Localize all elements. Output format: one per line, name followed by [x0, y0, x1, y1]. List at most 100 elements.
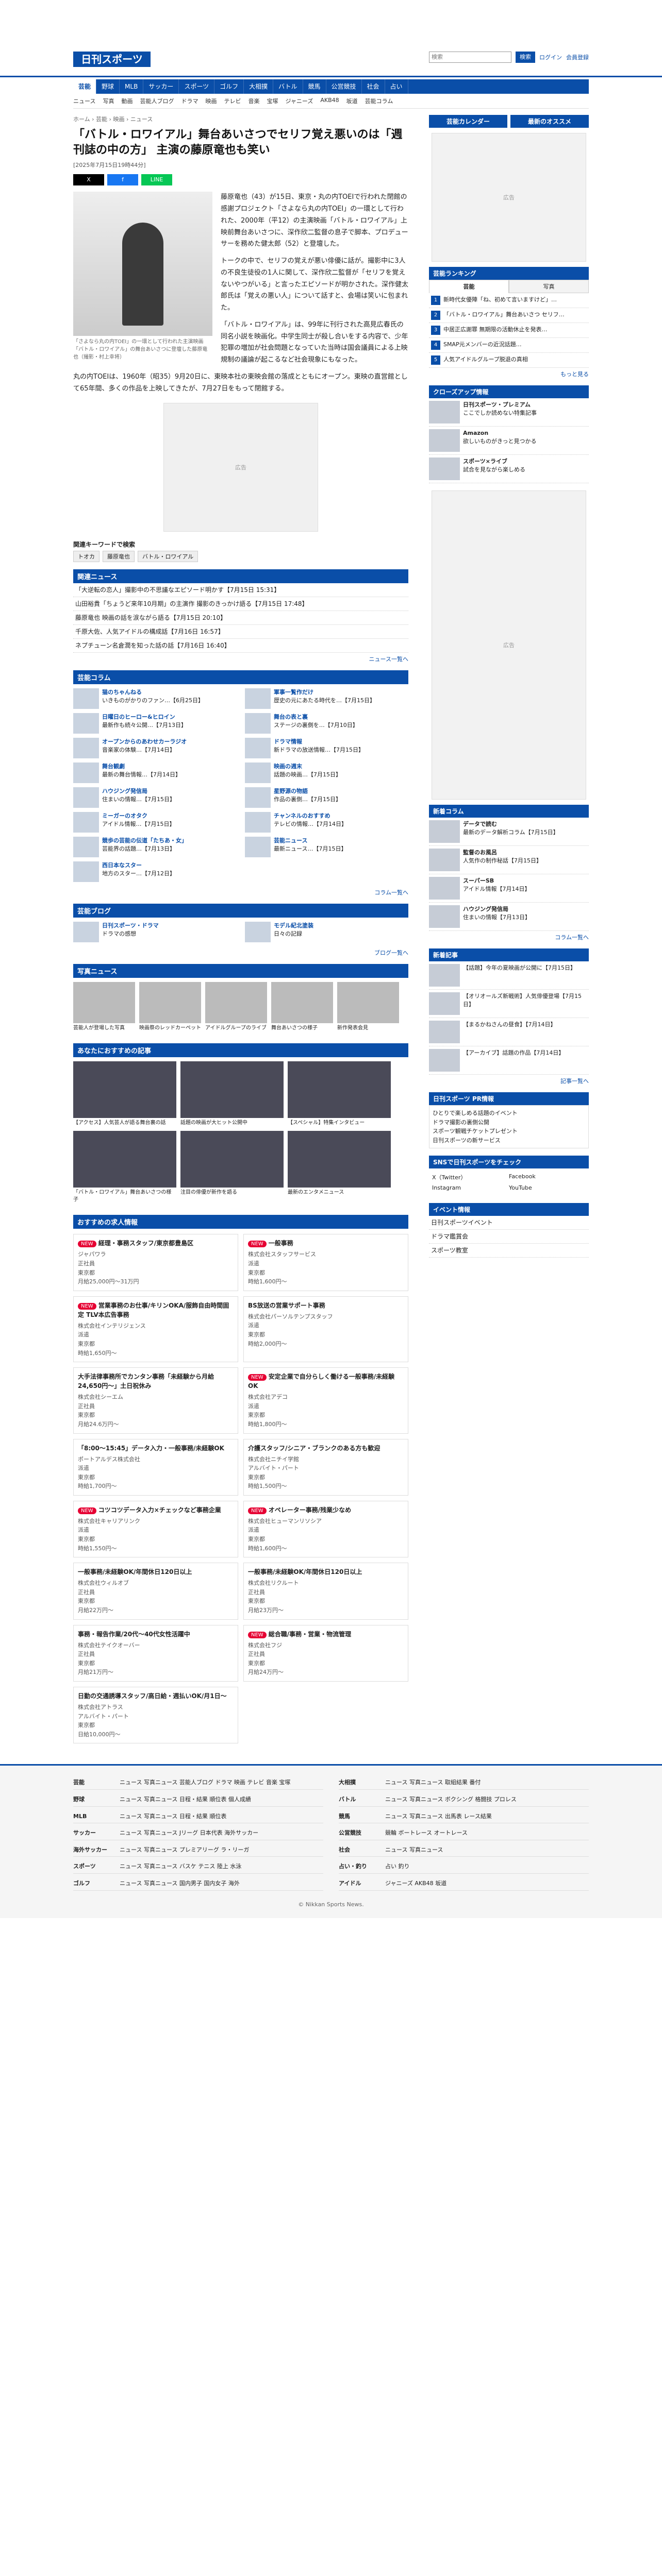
- blog-item[interactable]: 日刊スポーツ・ドラマ ドラマの感想: [73, 922, 237, 943]
- gnav-item[interactable]: 大相撲: [244, 79, 274, 94]
- gnav-item[interactable]: 社会: [362, 79, 385, 94]
- footer-category[interactable]: アイドル: [339, 1879, 385, 1888]
- search-input[interactable]: [429, 52, 511, 63]
- keyword-tag[interactable]: トオカ: [73, 551, 100, 563]
- recommended-card[interactable]: 【アクセス】人気芸人が語る舞台裏の話: [73, 1061, 176, 1127]
- new-column-item[interactable]: データで読む 最新のデータ解析コラム【7月15日】: [429, 818, 589, 846]
- event-item[interactable]: ドラマ鑑賞会: [429, 1230, 589, 1244]
- closeup-item[interactable]: スポーツ×ライブ 試合を見ながら楽しめる: [429, 455, 589, 483]
- photo-card[interactable]: 新作発表会見: [337, 982, 399, 1032]
- sns-x-link[interactable]: X（Twitter）: [432, 1172, 509, 1183]
- share-facebook-button[interactable]: f: [107, 174, 138, 186]
- column-item[interactable]: 軍事一覧作だけ 歴史の元にあたる時代を…【7月15日】: [245, 688, 408, 709]
- footer-category[interactable]: 公営競技: [339, 1828, 385, 1838]
- job-card[interactable]: NEW コツコツデータ入力×チェックなど事務企業 株式会社キャリアリンク 派遣 東京都時…: [73, 1500, 238, 1558]
- article-photo[interactable]: 「さよなら丸の内TOEI」の一環として行われた主演映画「バトル・ロワイアル」の舞…: [73, 192, 212, 361]
- tab-ranking-entertainment[interactable]: 芸能: [429, 280, 509, 293]
- footer-category[interactable]: 大相撲: [339, 1778, 385, 1787]
- subnav-item[interactable]: ジャニーズ: [285, 97, 313, 105]
- column-item[interactable]: ミーガーのオタク アイドル情報…【7月15日】: [73, 812, 237, 833]
- pr-item[interactable]: スポーツ観戦チケットプレゼント: [433, 1127, 585, 1136]
- column-item[interactable]: 西日本なスター 地方のスター…【7月12日】: [73, 861, 237, 883]
- ranking-item[interactable]: 5 人気アイドルグループ脱退の真相: [429, 353, 589, 368]
- ranking-item[interactable]: 2 「バトル・ロワイアル」舞台あいさつ セリフ…: [429, 308, 589, 323]
- subnav-item[interactable]: 写真: [103, 97, 114, 105]
- event-item[interactable]: 日刊スポーツイベント: [429, 1216, 589, 1230]
- search-button[interactable]: 検索: [516, 52, 535, 63]
- footer-links[interactable]: ニュース 写真ニュース Jリーグ 日本代表 海外サッカー: [120, 1828, 258, 1838]
- recommended-card[interactable]: 注目の俳優が新作を語る: [180, 1131, 284, 1204]
- footer-links[interactable]: ニュース 写真ニュース 出馬表 レース結果: [385, 1812, 492, 1821]
- photo-card[interactable]: 舞台あいさつの様子: [271, 982, 333, 1032]
- column-item[interactable]: チャンネルのおすすめ テレビの情報…【7月14日】: [245, 812, 408, 833]
- tab-ranking-photo[interactable]: 写真: [509, 280, 589, 293]
- job-card[interactable]: 大手法律事務所でカンタン事務「未経験から月給24,650円〜」土日祝休み 株式会社…: [73, 1367, 238, 1434]
- footer-category[interactable]: 社会: [339, 1845, 385, 1855]
- job-card[interactable]: NEW 営業事務のお仕事/キリンOKA/服飾自由時間固定 TLV本広告事務 株式会社…: [73, 1296, 238, 1363]
- footer-links[interactable]: 競輪 ボートレース オートレース: [385, 1828, 468, 1838]
- gnav-item[interactable]: バトル: [273, 79, 303, 94]
- column-item[interactable]: 映画の週末 話題の映画…【7月15日】: [245, 762, 408, 784]
- column-item[interactable]: ハウジング発信局 住まいの情報…【7月15日】: [73, 787, 237, 808]
- footer-category[interactable]: 海外サッカー: [73, 1845, 120, 1855]
- closeup-item[interactable]: Amazon 欲しいものがきっと見つかる: [429, 427, 589, 455]
- job-card[interactable]: 「8:00〜15:45」データ入力・一般事務/未経験OK ポートアルデス株式会社派…: [73, 1438, 238, 1496]
- site-logo[interactable]: 日刊スポーツ: [73, 52, 151, 67]
- new-column-item[interactable]: ハウジング発信局 住まいの情報【7月13日】: [429, 903, 589, 931]
- job-card[interactable]: NEW 経理・事務スタッフ/東京都豊島区 ジャパワラ 正社員 東京都 月給25,000円〜…: [73, 1234, 238, 1291]
- latest-item[interactable]: 【話題】今年の夏映画が公開に【7月15日】: [429, 961, 589, 990]
- side-ad[interactable]: 広告: [432, 133, 586, 262]
- subnav-item[interactable]: 芸能コラム: [365, 97, 393, 105]
- column-item[interactable]: 芸能ニュース 最新ニュース…【7月15日】: [245, 837, 408, 858]
- ranking-item[interactable]: 3 中居正広謝罪 無期限の活動休止を発表…: [429, 323, 589, 338]
- footer-links[interactable]: ニュース 写真ニュース: [385, 1845, 443, 1855]
- footer-category[interactable]: サッカー: [73, 1828, 120, 1838]
- footer-links[interactable]: ニュース 写真ニュース ボクシング 格闘技 プロレス: [385, 1795, 517, 1804]
- job-card[interactable]: NEW 一般事務 株式会社スタッフサービス 派遣 東京都 時給1,600円〜: [243, 1234, 408, 1291]
- footer-category[interactable]: ゴルフ: [73, 1879, 120, 1888]
- ranking-more[interactable]: もっと見る: [429, 370, 589, 378]
- job-card[interactable]: NEW オペレーター事務/残業少なめ 株式会社ヒューマンリソシア 派遣 東京都 時給1,6…: [243, 1500, 408, 1558]
- closeup-item[interactable]: 日刊スポーツ・プレミアム ここでしか読めない特集記事: [429, 398, 589, 427]
- job-card[interactable]: 日勤の交通誘導スタッフ/高日給・週払いOK/月1日〜 株式会社アトラス アルバイト・…: [73, 1687, 238, 1744]
- footer-category[interactable]: 競馬: [339, 1812, 385, 1821]
- footer-links[interactable]: ニュース 写真ニュース 国内男子 国内女子 海外: [120, 1879, 240, 1888]
- new-column-item[interactable]: 監督のお風呂 人気作の制作秘話【7月15日】: [429, 846, 589, 874]
- footer-category[interactable]: バトル: [339, 1795, 385, 1804]
- latest-item[interactable]: 【アーカイブ】話題の作品【7月14日】: [429, 1046, 589, 1075]
- job-card[interactable]: BS放送の営業サポート事務 株式会社パーソルテンプスタッフ 派遣 東京都 時給2,000…: [243, 1296, 408, 1363]
- sns-youtube-link[interactable]: YouTube: [509, 1183, 586, 1193]
- register-link[interactable]: 会員登録: [566, 53, 589, 61]
- footer-category[interactable]: スポーツ: [73, 1862, 120, 1871]
- blogs-more-link[interactable]: ブログ一覧へ: [73, 948, 408, 957]
- column-item[interactable]: ドラマ情報 新ドラマの放送情報…【7月15日】: [245, 738, 408, 759]
- share-line-button[interactable]: LINE: [141, 174, 172, 186]
- column-item[interactable]: 舞台観劇 最新の舞台情報…【7月14日】: [73, 762, 237, 784]
- sns-instagram-link[interactable]: Instagram: [432, 1183, 509, 1193]
- subnav-item[interactable]: テレビ: [224, 97, 241, 105]
- pr-item[interactable]: 日刊スポーツの新サービス: [433, 1136, 585, 1145]
- news-item[interactable]: 藤原竜也 映画の話を涙ながら語る【7月15日 20:10】: [73, 611, 408, 625]
- news-more-link[interactable]: ニュース一覧へ: [73, 655, 408, 663]
- gnav-item[interactable]: 占い: [385, 79, 408, 94]
- footer-links[interactable]: ニュース 写真ニュース プレミアリーグ ラ・リーガ: [120, 1845, 249, 1855]
- subnav-item[interactable]: 宝塚: [267, 97, 278, 105]
- footer-links[interactable]: ニュース 写真ニュース 取組結果 番付: [385, 1778, 481, 1787]
- latest-item[interactable]: 【オリオールズ新戦術】人気俳優登場【7月15日】: [429, 990, 589, 1018]
- news-item[interactable]: 千原大佐、人気アイドルの構成話【7月16日 16:57】: [73, 625, 408, 639]
- job-card[interactable]: 事務・報告作業/20代〜40代女性活躍中 株式会社テイクオーバー 正社員 東京都 月給2…: [73, 1624, 238, 1682]
- recommended-card[interactable]: 最新のエンタメニュース: [288, 1131, 391, 1204]
- photo-image[interactable]: [73, 192, 212, 336]
- job-card[interactable]: NEW 安定企業で自分らしく働ける一般事務/未経験OK 株式会社アデコ 派遣 東京都 時給…: [243, 1367, 408, 1434]
- ranking-item[interactable]: 1 新時代女優陣「ね、初めて言いますけど」…: [429, 293, 589, 308]
- footer-category[interactable]: 芸能: [73, 1778, 120, 1787]
- photo-card[interactable]: 映画祭のレッドカーペット: [139, 982, 201, 1032]
- gnav-item[interactable]: サッカー: [143, 79, 179, 94]
- column-item[interactable]: 星野源の物語 作品の裏側…【7月15日】: [245, 787, 408, 808]
- job-card[interactable]: 一般事務/未経験OK/年間休日120日以上 株式会社ウィルオブ 正社員 東京都 月給22…: [73, 1563, 238, 1620]
- footer-links[interactable]: 占い 釣り: [385, 1862, 410, 1871]
- new-column-more[interactable]: コラム一覧へ: [429, 933, 589, 941]
- footer-links[interactable]: ニュース 写真ニュース バスケ テニス 陸上 水泳: [120, 1862, 241, 1871]
- column-item[interactable]: 日曜日のヒーロー&ヒロイン 最新作も続々公開…【7月13日】: [73, 713, 237, 734]
- calendar-button[interactable]: 芸能カレンダー: [429, 115, 507, 128]
